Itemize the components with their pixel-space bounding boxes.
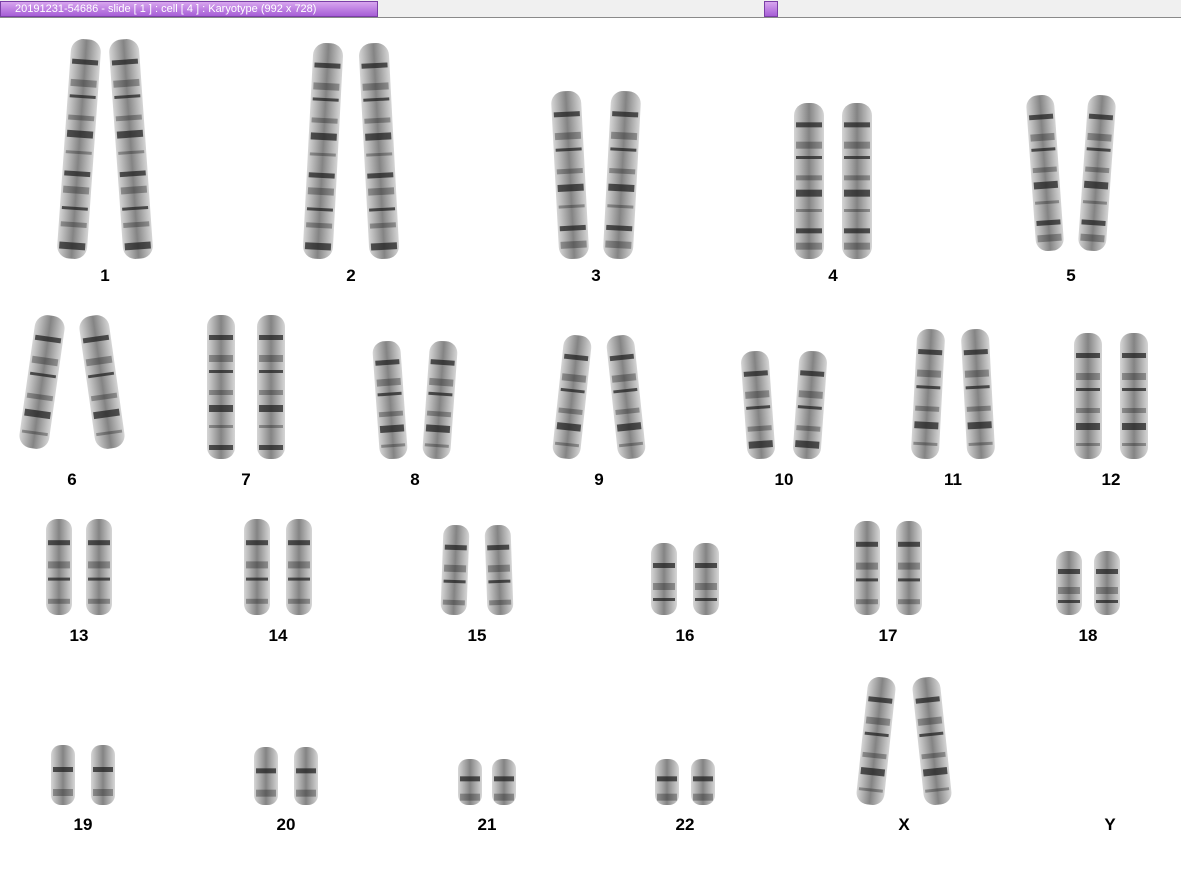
chromosome-20-1[interactable]	[254, 747, 278, 805]
window-secondary-tab[interactable]	[764, 1, 778, 17]
label-chr-X: X	[898, 815, 910, 834]
label-chr-6: 6	[67, 470, 77, 489]
chromosome-17-2[interactable]	[896, 521, 922, 615]
chromosome-14-1[interactable]	[244, 519, 270, 615]
chromosome-2-2[interactable]	[358, 42, 399, 259]
chromosome-15-1[interactable]	[440, 524, 470, 616]
label-chr-11: 11	[944, 470, 962, 489]
chromosome-image	[18, 38, 1148, 806]
chromosome-4-2[interactable]	[842, 103, 872, 259]
chromosome-17-1[interactable]	[854, 521, 880, 615]
label-chr-2: 2	[346, 266, 356, 285]
label-chr-8: 8	[410, 470, 420, 489]
chromosome-9-2[interactable]	[606, 334, 647, 460]
chromosome-11-1[interactable]	[911, 328, 946, 460]
chromosome-1-2[interactable]	[108, 38, 153, 260]
label-chr-15: 15	[467, 626, 487, 645]
chromosome-13-2[interactable]	[86, 519, 112, 615]
label-chr-3: 3	[591, 266, 601, 285]
chromosome-1-1[interactable]	[56, 38, 101, 260]
chromosome-10-1[interactable]	[740, 350, 775, 460]
label-chr-10: 10	[774, 470, 794, 489]
chromosome-6-1[interactable]	[18, 314, 66, 451]
chromosome-21-2[interactable]	[492, 759, 516, 805]
chromosome-4-1[interactable]	[794, 103, 824, 259]
chromosome-10-2[interactable]	[792, 350, 827, 460]
chromosome-22-1[interactable]	[655, 759, 679, 805]
chromosome-16-2[interactable]	[693, 543, 719, 615]
chromosome-8-2[interactable]	[422, 340, 458, 460]
chromosome-3-2[interactable]	[603, 90, 642, 260]
window-title-tab[interactable]: 20191231-54686 - slide [ 1 ] : cell [ 4 …	[0, 1, 378, 17]
label-chr-14: 14	[268, 626, 288, 645]
chromosome-19-1[interactable]	[51, 745, 75, 805]
label-chr-5: 5	[1066, 266, 1076, 285]
chromosome-9-1[interactable]	[552, 334, 593, 460]
label-chr-Y: Y	[1104, 815, 1116, 834]
chromosome-X-2[interactable]	[911, 676, 952, 806]
chromosome-15-2[interactable]	[484, 524, 514, 616]
chromosome-22-2[interactable]	[691, 759, 715, 805]
label-chr-1: 1	[100, 266, 110, 285]
chromosome-7-2[interactable]	[257, 315, 285, 459]
label-chr-9: 9	[594, 470, 604, 489]
chromosome-11-2[interactable]	[961, 328, 996, 460]
chromosome-8-1[interactable]	[372, 340, 408, 460]
chromosome-3-1[interactable]	[551, 90, 590, 260]
label-chr-20: 20	[276, 815, 296, 834]
chromosome-16-1[interactable]	[651, 543, 677, 615]
chromosome-12-2[interactable]	[1120, 333, 1148, 459]
chromosome-18-2[interactable]	[1094, 551, 1120, 615]
chromosome-12-1[interactable]	[1074, 333, 1102, 459]
chromosome-5-2[interactable]	[1078, 94, 1117, 252]
chromosome-21-1[interactable]	[458, 759, 482, 805]
window-titlebar: 20191231-54686 - slide [ 1 ] : cell [ 4 …	[0, 0, 1181, 18]
chromosome-13-1[interactable]	[46, 519, 72, 615]
label-chr-16: 16	[675, 626, 695, 645]
karyotype-panel: 1 2 3 4 5 6 7 8 9 10 11 12 13 14 15 16 1…	[0, 19, 1181, 873]
chromosome-X-1[interactable]	[855, 676, 896, 806]
chromosome-14-2[interactable]	[286, 519, 312, 615]
chromosome-2-1[interactable]	[302, 42, 343, 259]
label-chr-21: 21	[477, 815, 497, 834]
chromosome-7-1[interactable]	[207, 315, 235, 459]
chromosome-18-1[interactable]	[1056, 551, 1082, 615]
label-chr-4: 4	[828, 266, 838, 285]
label-chr-18: 18	[1078, 626, 1098, 645]
chromosome-20-2[interactable]	[294, 747, 318, 805]
label-chr-12: 12	[1101, 470, 1121, 489]
chromosome-layer	[18, 38, 1148, 806]
chromosome-5-1[interactable]	[1026, 94, 1065, 252]
label-chr-7: 7	[241, 470, 251, 489]
label-chr-19: 19	[73, 815, 93, 834]
label-chr-13: 13	[69, 626, 89, 645]
chromosome-19-2[interactable]	[91, 745, 115, 805]
label-chr-17: 17	[878, 626, 898, 645]
chromosome-6-2[interactable]	[78, 314, 126, 451]
label-chr-22: 22	[675, 815, 695, 834]
